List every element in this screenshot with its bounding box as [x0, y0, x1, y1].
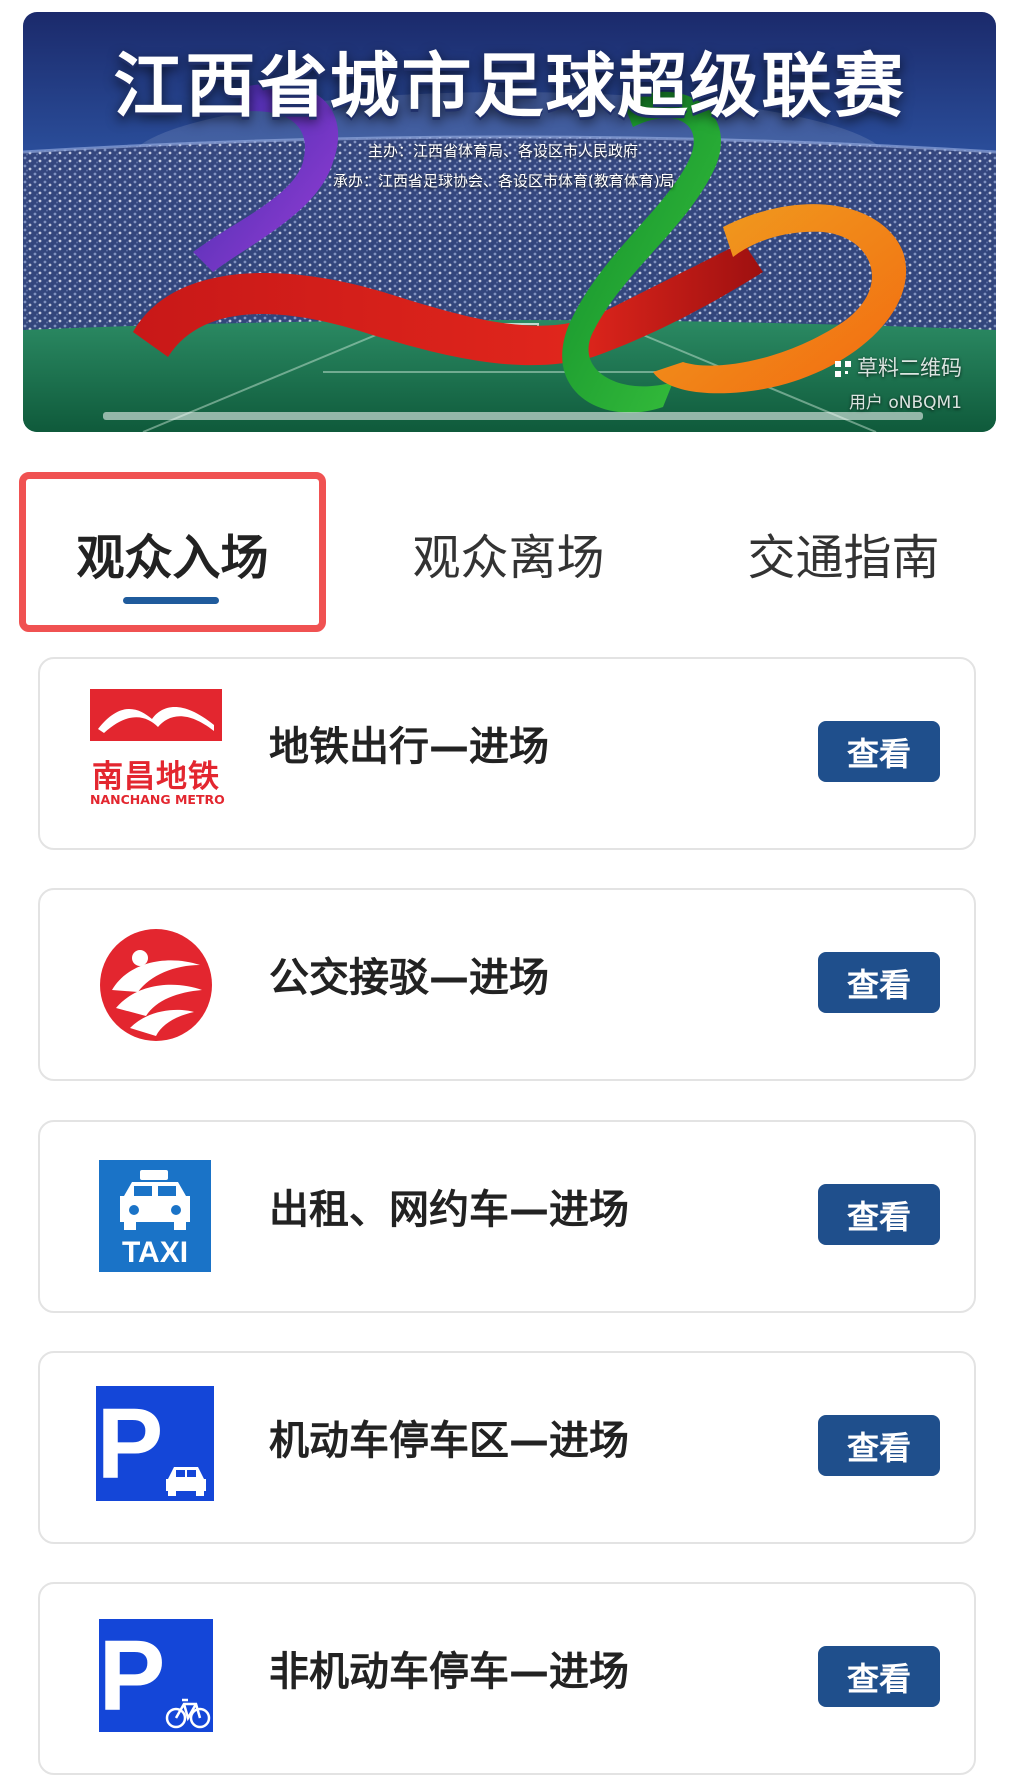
banner-undertaker: 承办：江西省足球协会、各设区市体育(教育体育)局: [333, 172, 675, 190]
watermark-text: 草料二维码: [857, 356, 962, 380]
metro-logo-en: NANCHANG METRO: [90, 792, 225, 807]
taxi-icon: TAXI: [90, 1152, 222, 1282]
bus-logo-graphic: [100, 929, 212, 1041]
view-button[interactable]: 查看: [818, 1415, 940, 1476]
banner-title: 江西省城市足球超级联赛: [113, 44, 906, 127]
view-button[interactable]: 查看: [818, 1184, 940, 1245]
qr-code-icon: [835, 361, 851, 377]
list-item-label: 机动车停车区—进场: [269, 1418, 629, 1464]
list-item-car-parking[interactable]: P 机动车停车区—进场 查看: [38, 1351, 976, 1544]
view-button[interactable]: 查看: [818, 1646, 940, 1707]
list-item-bus[interactable]: 公交接驳—进场 查看: [38, 888, 976, 1081]
tab-audience-exit[interactable]: 观众离场: [355, 470, 662, 635]
watermark-user: 用户 oNBQM1: [848, 393, 962, 413]
list-item-label: 出租、网约车—进场: [269, 1187, 629, 1233]
list-item-metro[interactable]: 南昌地铁 NANCHANG METRO 地铁出行—进场 查看: [38, 657, 976, 850]
hero-banner: 江西省城市足球超级联赛 主办：江西省体育局、各设区市人民政府 承办：江西省足球协…: [23, 12, 996, 432]
tab-traffic-guide[interactable]: 交通指南: [690, 470, 997, 635]
parking-letter: P: [97, 1388, 164, 1500]
view-button[interactable]: 查看: [818, 721, 940, 782]
car-parking-icon: P: [90, 1383, 222, 1513]
list-item-label: 非机动车停车—进场: [269, 1649, 629, 1695]
taxi-icon-text: TAXI: [122, 1236, 188, 1269]
metro-logo-graphic: [90, 689, 222, 741]
list-item-label: 公交接驳—进场: [269, 955, 549, 1001]
metro-logo-icon: 南昌地铁 NANCHANG METRO: [90, 689, 225, 819]
list-item-bicycle-parking[interactable]: P 非机动车停车—进场 查看: [38, 1582, 976, 1775]
view-button[interactable]: 查看: [818, 952, 940, 1013]
metro-logo-cn: 南昌地铁: [92, 759, 220, 795]
list-item-taxi[interactable]: TAXI 出租、网约车—进场 查看: [38, 1120, 976, 1313]
taxi-sign-graphic: TAXI: [99, 1160, 211, 1272]
bicycle-parking-icon: P: [90, 1614, 222, 1744]
banner-organizer: 主办：江西省体育局、各设区市人民政府: [368, 142, 639, 160]
bicycle-parking-graphic: P: [99, 1619, 213, 1732]
watermark-qr: 草料二维码: [835, 352, 962, 382]
bus-logo-icon: [90, 920, 222, 1050]
car-parking-graphic: P: [96, 1386, 214, 1501]
parking-letter: P: [99, 1620, 166, 1732]
tab-highlight-box: [19, 472, 326, 632]
list-item-label: 地铁出行—进场: [269, 724, 549, 770]
